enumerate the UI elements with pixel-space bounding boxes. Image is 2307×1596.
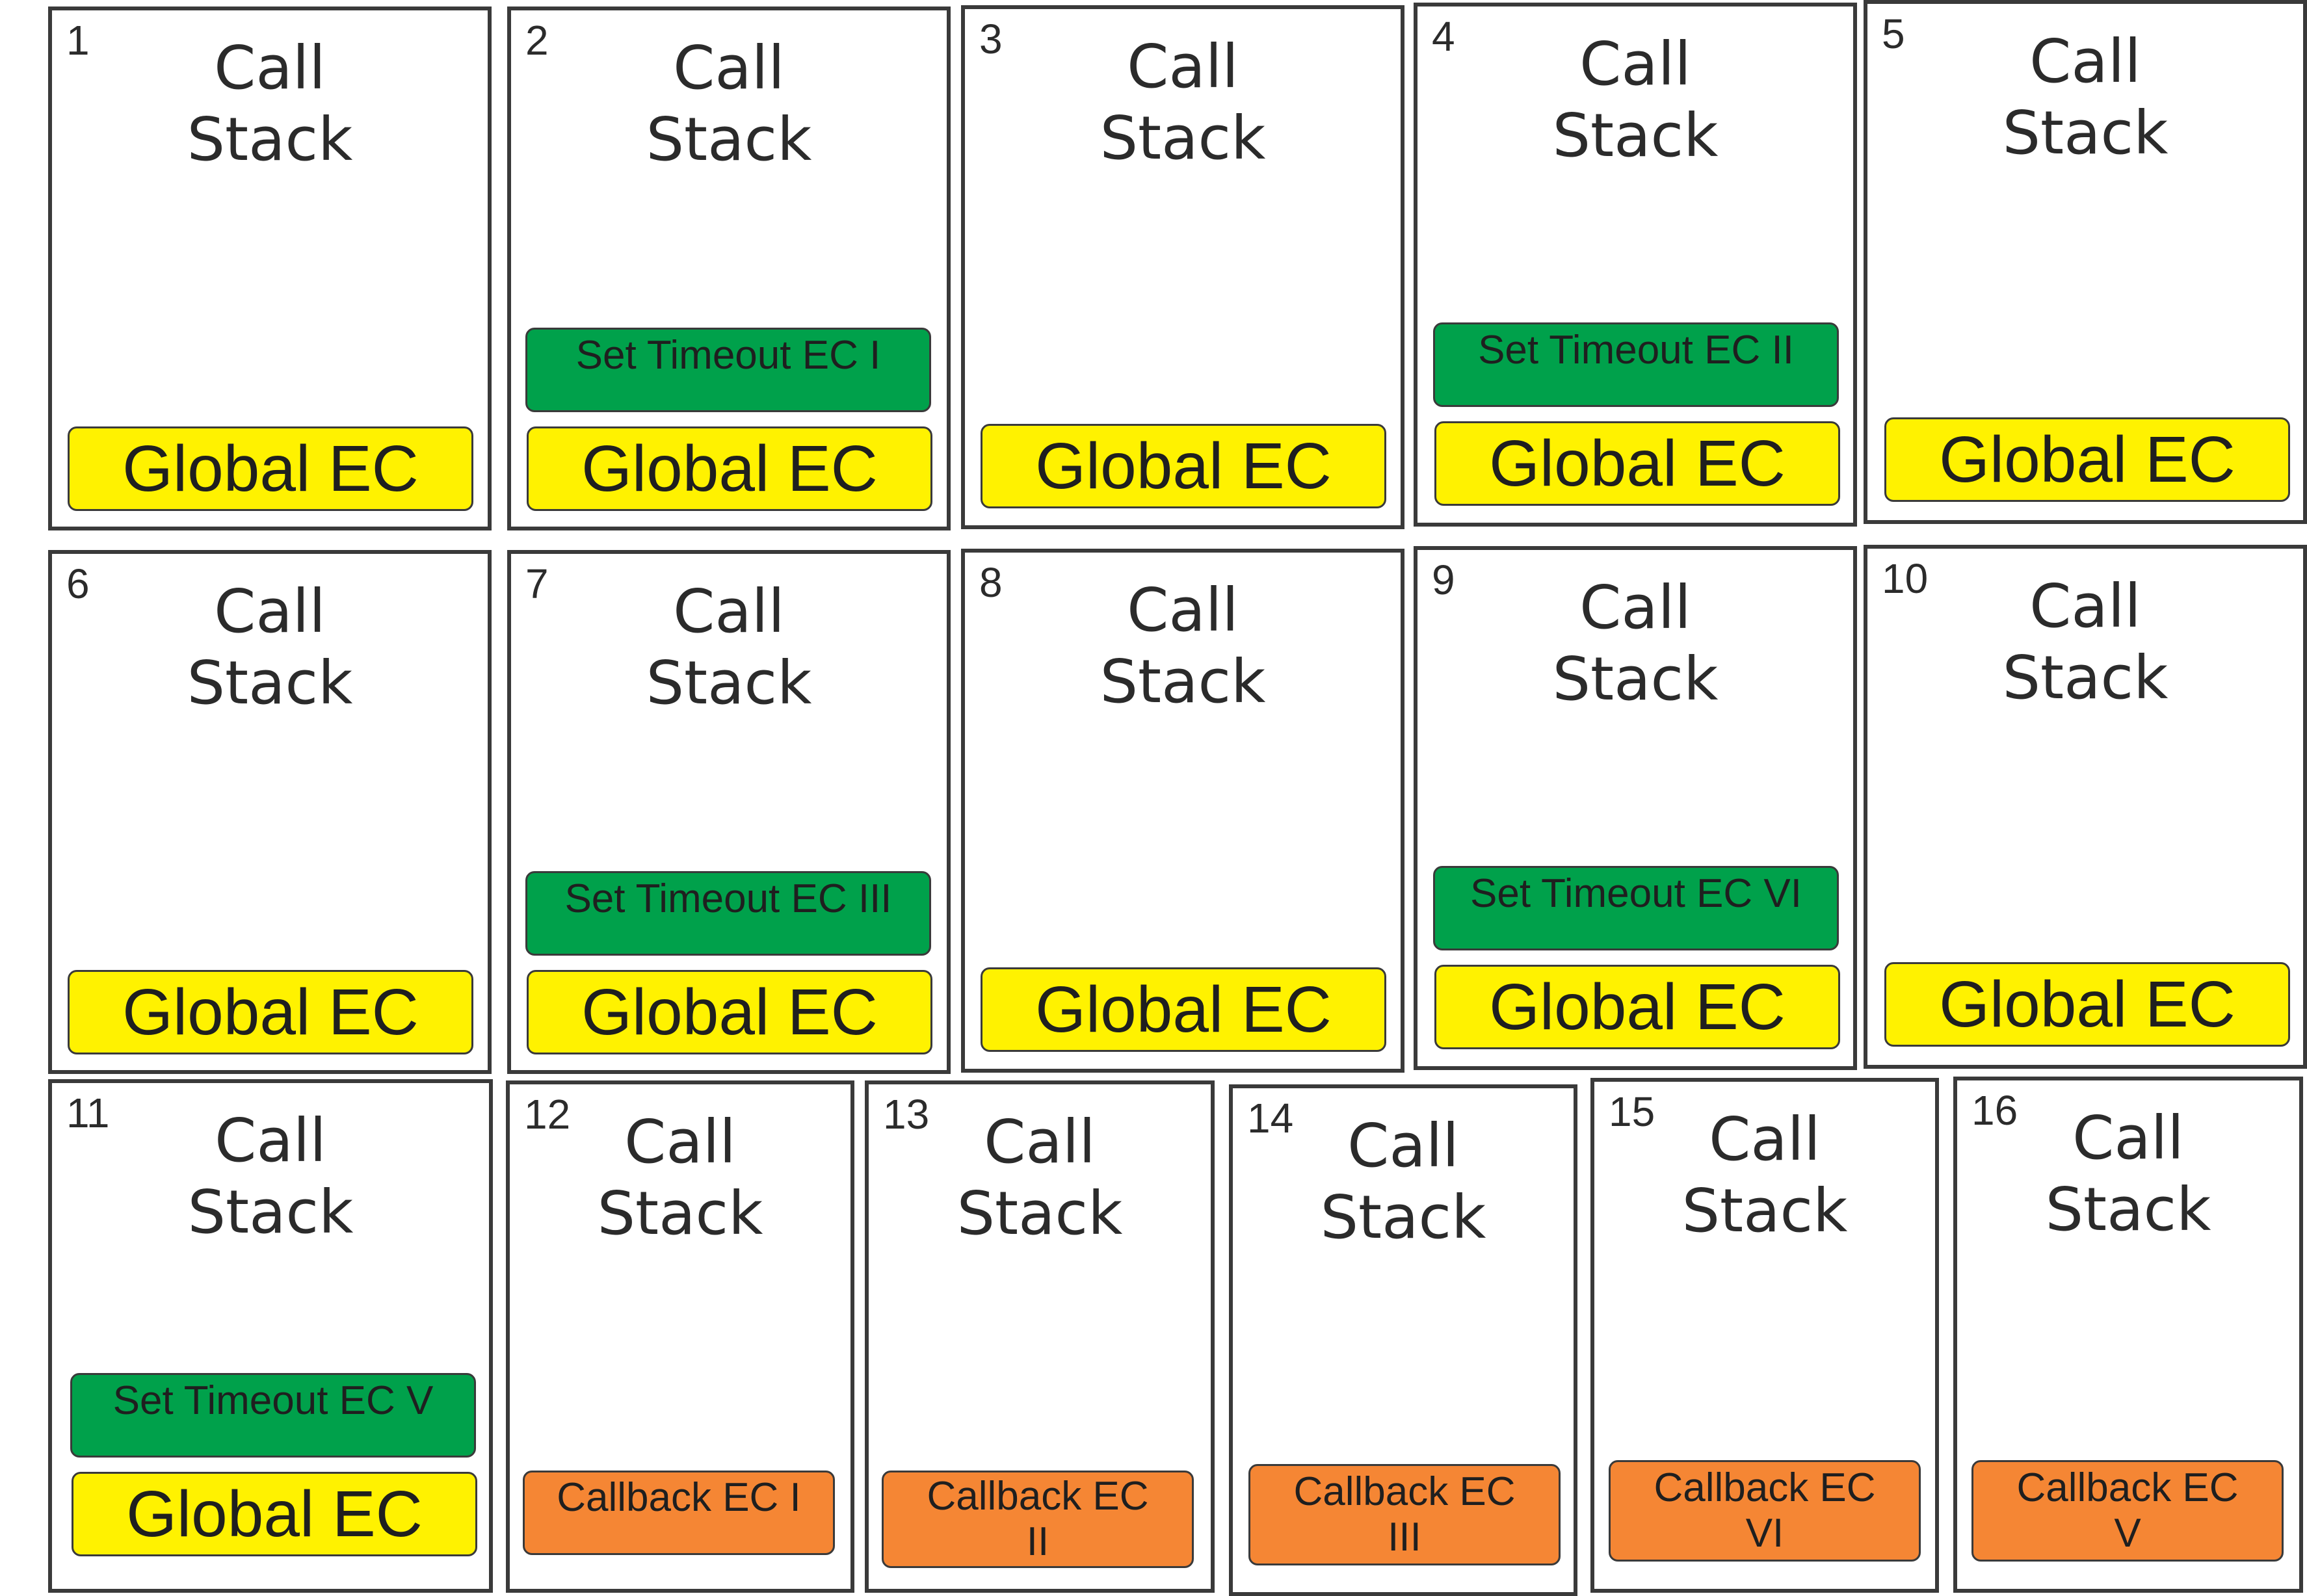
callback-ec-numeral: VI: [1745, 1511, 1784, 1556]
set-timeout-ec-frame: Set Timeout EC I: [525, 328, 931, 412]
panel-title: Call Stack: [646, 577, 812, 718]
call-stack-panel-8: 8 Call Stack Global EC: [961, 549, 1404, 1073]
callback-ec-numeral: V: [2114, 1511, 2141, 1556]
panel-title: Call Stack: [187, 577, 353, 718]
set-timeout-ec-frame: Set Timeout EC III: [525, 871, 931, 956]
call-stack-panel-10: 10 Call Stack Global EC: [1864, 545, 2307, 1069]
global-ec-frame: Global EC: [981, 424, 1386, 508]
panel-title: Call Stack: [646, 33, 812, 174]
call-stack-panel-12: 12 Call Stack Callback EC I: [506, 1080, 854, 1593]
callback-ec-frame: Callback EC I: [523, 1471, 835, 1555]
call-stack-panel-11: 11 Call Stack Set Timeout EC V Global EC: [48, 1079, 493, 1593]
global-ec-frame: Global EC: [68, 426, 473, 511]
global-ec-frame: Global EC: [1434, 965, 1840, 1049]
set-timeout-ec-frame: Set Timeout EC VI: [1433, 866, 1839, 950]
global-ec-frame: Global EC: [72, 1472, 477, 1556]
call-stack-panel-6: 6 Call Stack Global EC: [48, 550, 492, 1074]
call-stack-panel-3: 3 Call Stack Global EC: [961, 5, 1404, 529]
global-ec-frame: Global EC: [1884, 417, 2290, 502]
set-timeout-ec-frame: Set Timeout EC II: [1433, 322, 1839, 407]
call-stack-diagram: { "panels": [ {"number": "1", "title_lin…: [0, 0, 2307, 1596]
global-ec-frame: Global EC: [1434, 421, 1840, 506]
call-stack-panel-7: 7 Call Stack Set Timeout EC III Global EC: [507, 550, 951, 1074]
callback-ec-label: Callback EC: [927, 1474, 1149, 1519]
panel-title: Call Stack: [1552, 29, 1719, 170]
panel-title: Call Stack: [1552, 573, 1719, 714]
call-stack-panel-15: 15 Call Stack Callback EC VI: [1590, 1078, 1939, 1593]
call-stack-panel-5: 5 Call Stack Global EC: [1864, 0, 2307, 524]
panel-title: Call Stack: [956, 1107, 1123, 1248]
panel-title: Call Stack: [187, 1106, 354, 1247]
panel-title: Call Stack: [2002, 571, 2169, 713]
callback-ec-label: Callback EC: [2016, 1465, 2239, 1510]
callback-ec-label: Callback EC I: [557, 1475, 801, 1520]
call-stack-panel-1: 1 Call Stack Global EC: [48, 7, 492, 530]
callback-ec-numeral: II: [1026, 1519, 1049, 1564]
global-ec-frame: Global EC: [1884, 962, 2290, 1047]
call-stack-panel-9: 9 Call Stack Set Timeout EC VI Global EC: [1414, 546, 1857, 1070]
callback-ec-frame: Callback EC VI: [1609, 1460, 1921, 1562]
callback-ec-label: Callback EC: [1293, 1469, 1516, 1514]
panel-title: Call Stack: [1100, 575, 1266, 716]
set-timeout-ec-frame: Set Timeout EC V: [70, 1373, 476, 1458]
callback-ec-frame: Callback EC V: [1971, 1460, 2284, 1562]
panel-title: Call Stack: [2002, 27, 2169, 168]
panel-title: Call Stack: [1320, 1111, 1486, 1252]
panel-title: Call Stack: [597, 1107, 763, 1248]
call-stack-panel-13: 13 Call Stack Callback EC II: [865, 1080, 1215, 1593]
panel-title: Call Stack: [187, 33, 353, 174]
panel-title: Call Stack: [1681, 1105, 1848, 1246]
panel-title: Call Stack: [2045, 1103, 2211, 1244]
panel-title: Call Stack: [1100, 32, 1266, 173]
global-ec-frame: Global EC: [527, 426, 932, 511]
callback-ec-frame: Callback EC III: [1248, 1464, 1561, 1565]
callback-ec-frame: Callback EC II: [882, 1471, 1194, 1568]
global-ec-frame: Global EC: [527, 970, 932, 1054]
global-ec-frame: Global EC: [981, 967, 1386, 1052]
call-stack-panel-14: 14 Call Stack Callback EC III: [1229, 1084, 1577, 1596]
callback-ec-label: Callback EC: [1654, 1465, 1876, 1510]
callback-ec-numeral: III: [1388, 1515, 1421, 1560]
call-stack-panel-2: 2 Call Stack Set Timeout EC I Global EC: [507, 7, 951, 530]
call-stack-panel-16: 16 Call Stack Callback EC V: [1953, 1077, 2303, 1593]
call-stack-panel-4: 4 Call Stack Set Timeout EC II Global EC: [1414, 3, 1857, 527]
global-ec-frame: Global EC: [68, 970, 473, 1054]
